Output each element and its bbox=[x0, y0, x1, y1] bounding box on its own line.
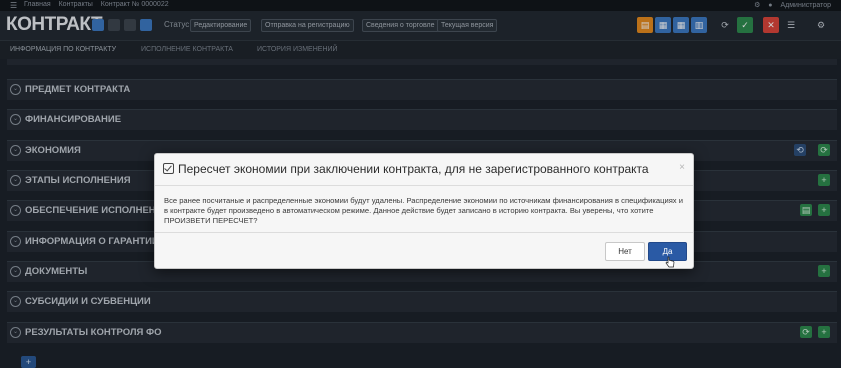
no-button[interactable]: Нет bbox=[605, 242, 645, 261]
confirm-dialog: Пересчет экономии при заключении контрак… bbox=[154, 153, 694, 269]
dialog-footer: Нет Да bbox=[155, 232, 693, 269]
dialog-title: Пересчет экономии при заключении контрак… bbox=[178, 162, 649, 176]
dialog-header: Пересчет экономии при заключении контрак… bbox=[155, 154, 693, 186]
close-icon[interactable]: × bbox=[679, 162, 685, 173]
hand-cursor-icon bbox=[665, 256, 675, 268]
dialog-message: Все ранее посчитаные и распределенные эк… bbox=[164, 196, 683, 225]
checkbox-icon bbox=[163, 163, 174, 174]
